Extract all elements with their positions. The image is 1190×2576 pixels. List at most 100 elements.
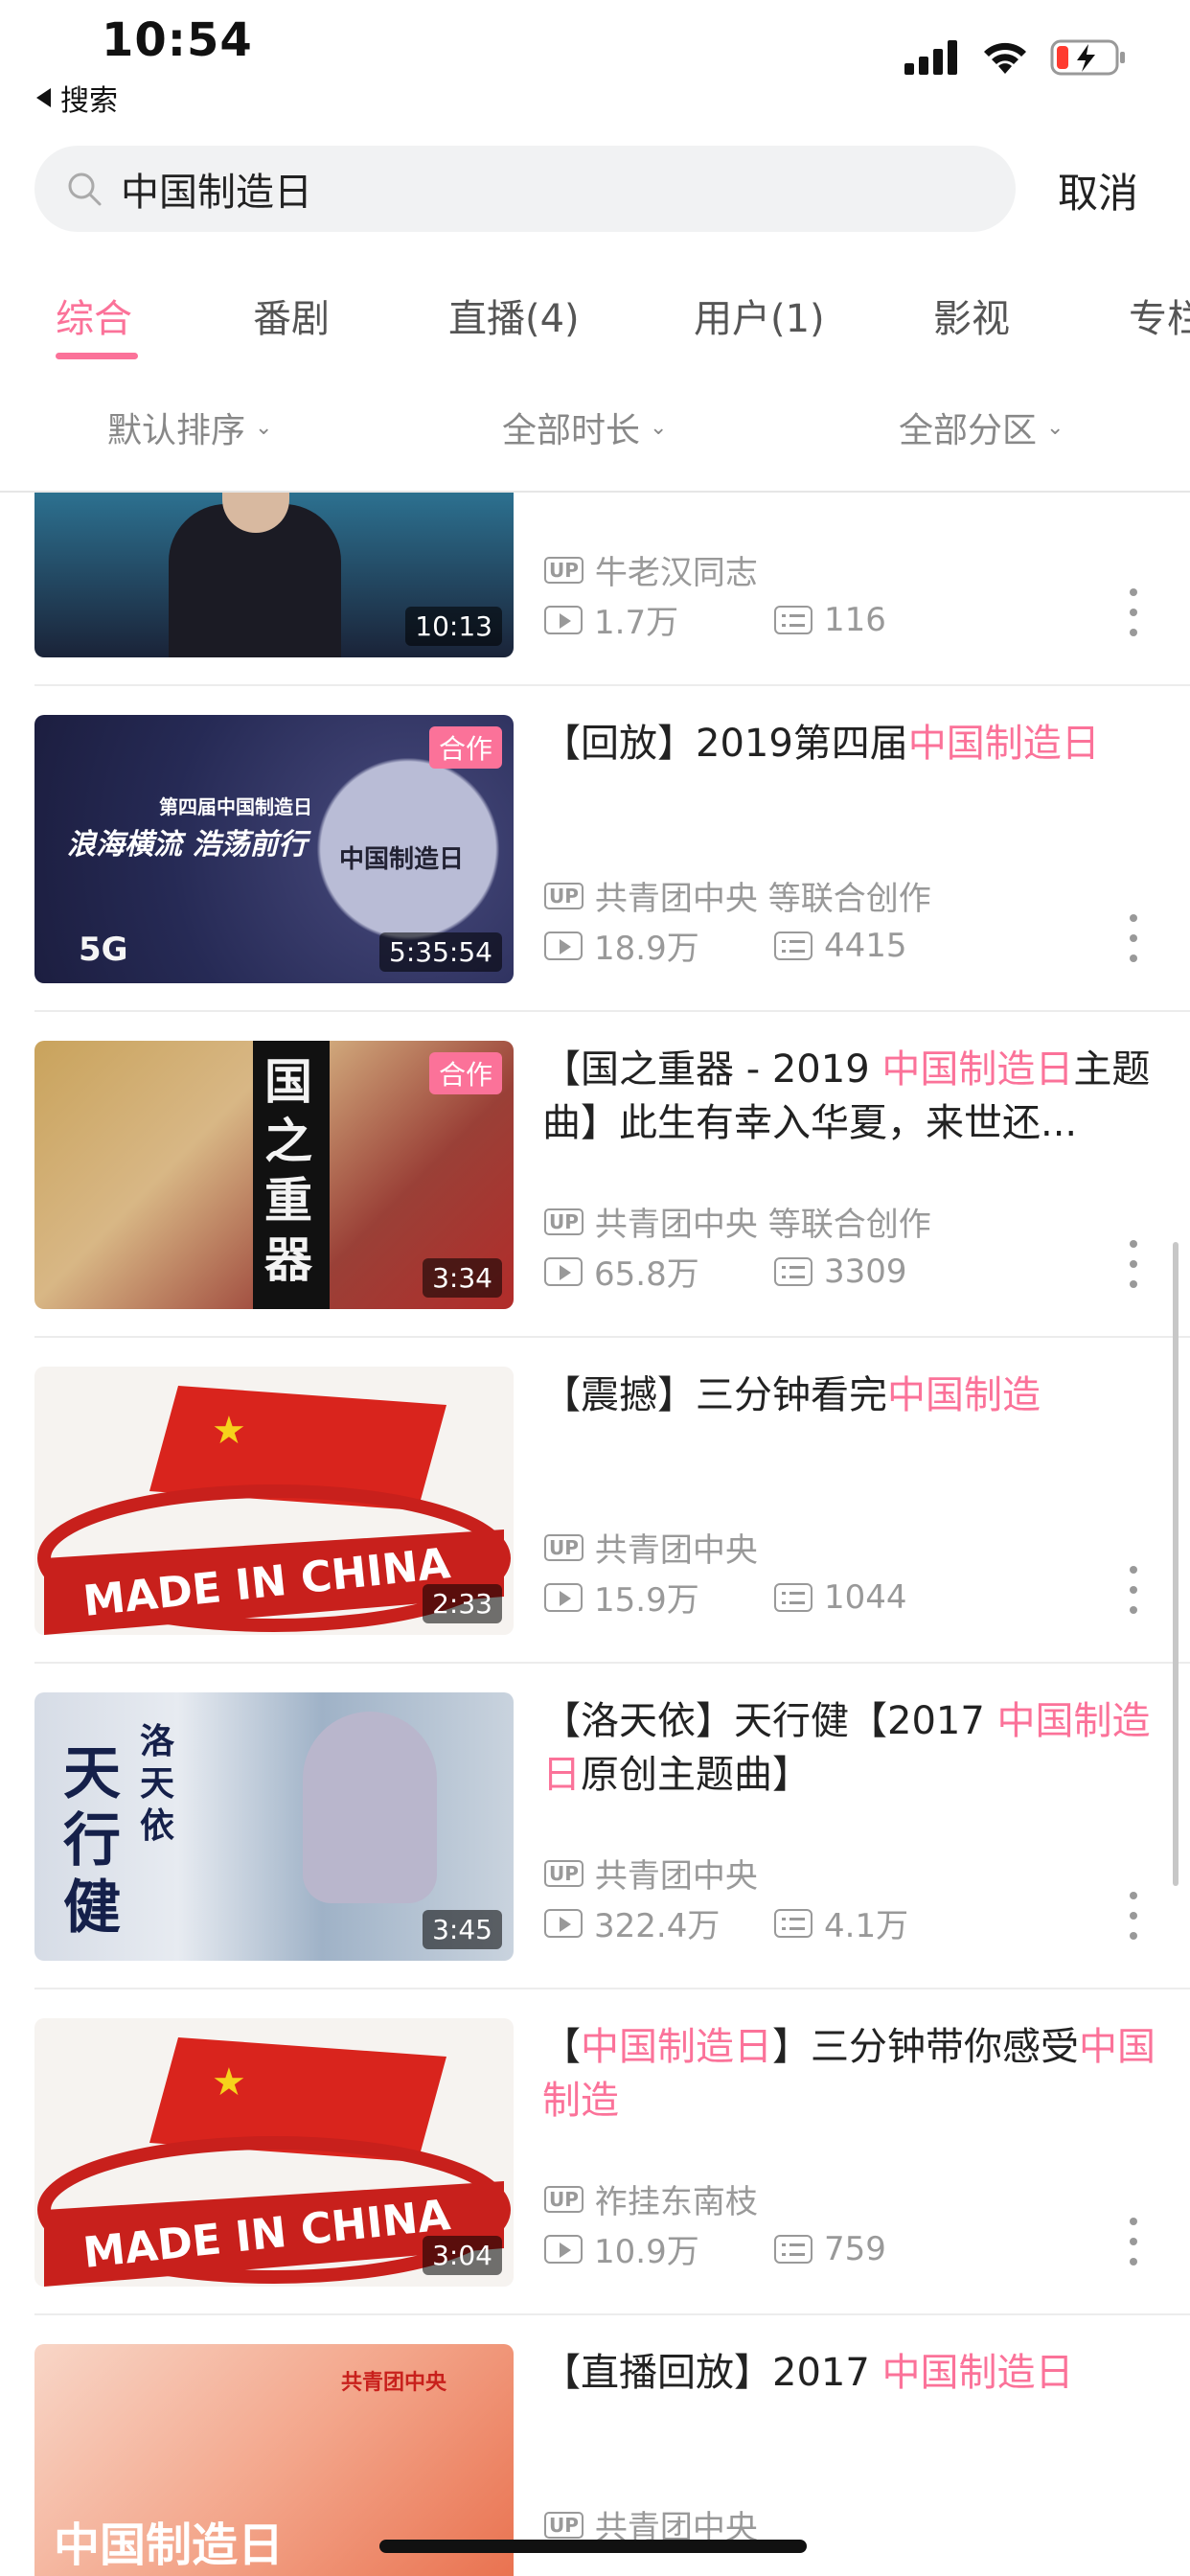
up-badge-icon: UP [544,1859,584,1887]
video-thumbnail[interactable]: ★ MADE IN CHINA 2:33 [34,1367,514,1635]
title-highlight: 中国制造日 [581,2025,772,2069]
play-count-icon [544,605,583,634]
uploader-row[interactable]: UP 共青团中央 等联合创作 [544,872,931,919]
danmaku-count-value: 4.1万 [824,1907,909,1945]
video-thumbnail[interactable]: 10:13 [34,493,514,657]
list-item[interactable]: ★ MADE IN CHINA 2:33 【震撼】三分钟看完中国制造 UP 共青… [0,1338,1190,1664]
up-badge-icon: UP [544,1208,584,1235]
up-badge-icon: UP [544,556,584,584]
back-app-label: 搜索 [60,84,118,118]
uploader-row[interactable]: UP 共青团中央 等联合创作 [544,1198,931,1245]
sort-filter[interactable]: 默认排序 ⌄ [107,402,272,452]
title-text: 【回放】2019第四届 [542,722,908,766]
view-count-value: 322.4万 [594,1907,721,1945]
video-thumbnail[interactable]: 第四届中国制造日 浪海横流 浩荡前行 中国制造日 5G 合作 5:35:54 [34,715,514,983]
thumbnail-title-art: 中国制造日 [54,2518,285,2572]
list-item[interactable]: 10:13 UP 牛老汉同志 1.7万 116 [0,493,1190,686]
video-thumbnail[interactable]: 国之重器 合作 3:34 [34,1041,514,1309]
view-count: 15.9万 [544,1574,774,1621]
danmaku-count-value: 1044 [824,1577,907,1617]
back-triangle-icon [36,88,51,107]
scrollbar[interactable] [1173,1242,1179,1886]
uploader-name: 牛老汉同志 [594,554,758,592]
thumbnail-logo-text: 共青团中央 [341,2371,447,2395]
more-options-icon[interactable] [1129,1240,1138,1288]
video-title[interactable]: 【震撼】三分钟看完中国制造 [542,1368,1156,1422]
more-options-icon[interactable] [1129,588,1138,636]
status-bar: 10:54 搜索 [0,0,1190,134]
view-count-value: 10.9万 [594,2233,699,2271]
more-options-icon[interactable] [1129,914,1138,962]
filter-bar: 默认排序 ⌄ 全部时长 ⌄ 全部分区 ⌄ [0,402,1190,489]
title-text: 【震撼】三分钟看完 [542,1373,887,1417]
video-title[interactable]: 【国之重器 - 2019 中国制造日主题曲】此生有幸入华夏，来世还... [542,1043,1156,1150]
home-indicator[interactable] [379,2540,807,2553]
title-text: 【国之重器 - 2019 [542,1047,882,1092]
uploader-row[interactable]: UP 牛老汉同志 [544,546,758,593]
cancel-button[interactable]: 取消 [1058,161,1138,219]
character-figure [303,1712,437,1903]
stats-row: 18.9万 4415 [544,922,907,969]
video-duration: 3:04 [423,2236,502,2275]
category-filter-label: 全部分区 [899,411,1038,450]
list-item[interactable]: 国之重器 合作 3:34 【国之重器 - 2019 中国制造日主题曲】此生有幸入… [0,1012,1190,1338]
danmaku-count: 116 [774,601,886,639]
status-icons [904,38,1127,77]
tab-users[interactable]: 用户(1) [694,288,825,343]
video-title[interactable]: 【直播回放】2017 中国制造日 [542,2346,1156,2400]
more-options-icon[interactable] [1129,1566,1138,1614]
tab-all[interactable]: 综合 [56,288,132,343]
duration-filter-label: 全部时长 [502,411,641,450]
search-input[interactable]: 中国制造日 [34,146,1016,232]
tab-live[interactable]: 直播(4) [448,288,580,343]
danmaku-count: 3309 [774,1253,907,1291]
uploader-name: 共青团中央 等联合创作 [594,880,931,918]
video-title[interactable]: 【中国制造日】三分钟带你感受中国制造 [542,2020,1156,2128]
battery-charging-icon [1050,39,1125,76]
tab-bangumi[interactable]: 番剧 [253,288,330,343]
stats-row: 15.9万 1044 [544,1574,907,1621]
uploader-name: 共青团中央 [594,1531,758,1570]
more-options-icon[interactable] [1129,1892,1138,1940]
danmaku-icon [774,1908,812,1938]
play-count-icon [544,1582,583,1612]
list-item[interactable]: 中国制造日 共青团中央 【直播回放】2017 中国制造日 UP 共青团中央 [0,2315,1190,2576]
video-title[interactable]: 【洛天依】天行健【2017 中国制造日原创主题曲】 [542,1694,1156,1802]
view-count-value: 15.9万 [594,1581,699,1620]
result-tabs: 综合 番剧 直播(4) 用户(1) 影视 专栏 [0,278,1190,366]
danmaku-count: 4.1万 [774,1899,908,1946]
chevron-down-icon: ⌄ [650,415,668,440]
more-options-icon[interactable] [1129,2218,1138,2266]
svg-text:★: ★ [212,2060,246,2104]
uploader-row[interactable]: UP 共青团中央 [544,1524,758,1571]
thumbnail-caption: 第四届中国制造日 [159,795,312,818]
list-item[interactable]: ★ MADE IN CHINA 3:04 【中国制造日】三分钟带你感受中国制造 … [0,1990,1190,2315]
video-title[interactable]: 【回放】2019第四届中国制造日 [542,717,1156,770]
back-to-search-app[interactable]: 搜索 [36,77,118,119]
video-duration: 3:34 [423,1258,502,1298]
up-badge-icon: UP [544,882,584,909]
danmaku-count-value: 759 [824,2229,886,2268]
video-thumbnail[interactable]: ★ MADE IN CHINA 3:04 [34,2018,514,2287]
duration-filter[interactable]: 全部时长 ⌄ [502,402,667,452]
wifi-icon [984,42,1026,74]
thumbnail-logo-text: 中国制造日 [339,845,465,874]
category-filter[interactable]: 全部分区 ⌄ [899,402,1064,452]
tab-film[interactable]: 影视 [933,288,1010,343]
coop-badge: 合作 [428,726,502,769]
danmaku-icon [774,2234,812,2264]
uploader-row[interactable]: UP 祚挂东南枝 [544,2175,758,2222]
video-thumbnail[interactable]: 天行健 洛天依 3:45 [34,1692,514,1961]
sort-filter-label: 默认排序 [107,411,246,450]
list-item[interactable]: 天行健 洛天依 3:45 【洛天依】天行健【2017 中国制造日原创主题曲】 U… [0,1664,1190,1990]
status-time: 10:54 [102,13,253,67]
chevron-down-icon: ⌄ [255,415,273,440]
tab-articles[interactable]: 专栏 [1129,288,1190,343]
danmaku-count: 4415 [774,927,907,965]
danmaku-icon [774,1582,812,1612]
danmaku-count-value: 116 [824,600,886,639]
list-item[interactable]: 第四届中国制造日 浪海横流 浩荡前行 中国制造日 5G 合作 5:35:54 【… [0,686,1190,1012]
stats-row: 1.7万 116 [544,596,886,643]
uploader-row[interactable]: UP 共青团中央 [544,1850,758,1897]
view-count: 322.4万 [544,1899,774,1946]
